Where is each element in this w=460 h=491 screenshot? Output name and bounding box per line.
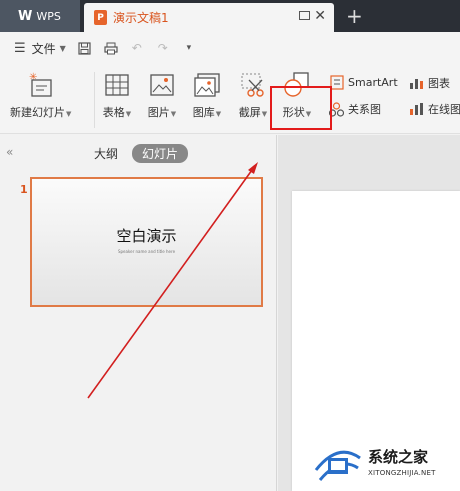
tab-slides[interactable]: 幻灯片 bbox=[132, 144, 189, 163]
online-chart-icon bbox=[409, 102, 424, 117]
file-menu[interactable]: 文件 bbox=[32, 40, 56, 57]
gallery-label: 图库 bbox=[192, 106, 215, 119]
restore-window-icon[interactable] bbox=[299, 11, 310, 20]
watermark-url: XITONGZHIJIA.NET bbox=[368, 469, 436, 477]
shape-icon bbox=[282, 70, 312, 100]
hamburger-menu-icon[interactable]: ☰ bbox=[14, 41, 26, 56]
online-chart-label: 在线图 bbox=[428, 103, 460, 116]
document-title: 演示文稿1 bbox=[113, 11, 169, 25]
new-slide-button[interactable]: ✳ 新建幻灯片▼ bbox=[10, 70, 71, 120]
presentation-file-icon: P bbox=[94, 10, 107, 25]
tab-outline[interactable]: 大纲 bbox=[94, 145, 118, 162]
smartart-button[interactable]: SmartArt bbox=[329, 75, 398, 90]
smartart-icon bbox=[329, 75, 344, 90]
shape-label: 形状 bbox=[282, 106, 305, 119]
close-tab-icon[interactable]: ✕ bbox=[314, 8, 326, 24]
undo-icon[interactable]: ↶ bbox=[130, 41, 144, 55]
new-slide-icon: ✳ bbox=[26, 70, 56, 100]
slide-thumbnail[interactable]: 空白演示 Speaker name and title here bbox=[30, 177, 263, 307]
smartart-label: SmartArt bbox=[348, 76, 398, 89]
menu-bar: ☰ 文件 ▼ ↶ ↷ ▾ bbox=[0, 32, 460, 64]
title-bar: W WPS P 演示文稿1 ✕ + bbox=[0, 0, 460, 32]
relation-chart-button[interactable]: 关系图 bbox=[329, 101, 381, 117]
screenshot-button[interactable]: 截屏▼ bbox=[238, 70, 268, 120]
wps-home-tab[interactable]: W WPS bbox=[0, 0, 80, 32]
document-tab[interactable]: P 演示文稿1 ✕ bbox=[84, 3, 334, 32]
slide-number: 1 bbox=[20, 183, 28, 196]
chart-label: 图表 bbox=[428, 77, 450, 90]
wps-logo-icon: W bbox=[18, 8, 32, 24]
ribbon-separator bbox=[94, 72, 95, 128]
table-button[interactable]: 表格▼ bbox=[102, 70, 132, 120]
shape-button[interactable]: 形状▼ bbox=[282, 70, 312, 120]
slide-panel: « 大纲 幻灯片 1 空白演示 Speaker name and title h… bbox=[0, 135, 277, 491]
chart-button[interactable]: 图表 bbox=[409, 75, 450, 91]
relation-chart-label: 关系图 bbox=[348, 103, 381, 116]
print-icon[interactable] bbox=[104, 41, 118, 55]
online-chart-button[interactable]: 在线图 bbox=[409, 101, 460, 117]
table-icon bbox=[102, 70, 132, 100]
watermark-name: 系统之家 bbox=[368, 448, 429, 466]
bar-chart-icon bbox=[409, 76, 424, 91]
wps-home-label: WPS bbox=[36, 9, 61, 23]
slide-subtitle: Speaker name and title here bbox=[117, 249, 176, 254]
slide-editor bbox=[278, 135, 460, 491]
slide-title: 空白演示 bbox=[116, 227, 177, 245]
customize-toolbar-icon[interactable]: ▾ bbox=[182, 41, 196, 55]
insert-ribbon: ✳ 新建幻灯片▼ 表格▼ 图片▼ 图库▼ 截屏▼ 形状▼ SmartArt 关系… bbox=[0, 64, 460, 134]
collapse-panel-icon[interactable]: « bbox=[6, 145, 13, 159]
screenshot-scissors-icon bbox=[238, 70, 268, 100]
gallery-icon bbox=[192, 70, 222, 100]
save-icon[interactable] bbox=[78, 41, 92, 55]
watermark-logo-icon bbox=[314, 450, 361, 481]
picture-label: 图片 bbox=[147, 106, 170, 119]
watermark: 系统之家 XITONGZHIJIA.NET bbox=[312, 440, 458, 488]
gallery-button[interactable]: 图库▼ bbox=[192, 70, 222, 120]
relation-chart-icon bbox=[329, 101, 344, 117]
new-tab-button[interactable]: + bbox=[346, 4, 363, 28]
screenshot-label: 截屏 bbox=[238, 106, 261, 119]
picture-icon bbox=[147, 70, 177, 100]
new-slide-label: 新建幻灯片 bbox=[10, 106, 65, 119]
file-menu-caret-icon[interactable]: ▼ bbox=[60, 44, 66, 53]
svg-text:✳: ✳ bbox=[29, 72, 37, 83]
picture-button[interactable]: 图片▼ bbox=[147, 70, 177, 120]
table-label: 表格 bbox=[102, 106, 125, 119]
redo-icon[interactable]: ↷ bbox=[156, 41, 170, 55]
